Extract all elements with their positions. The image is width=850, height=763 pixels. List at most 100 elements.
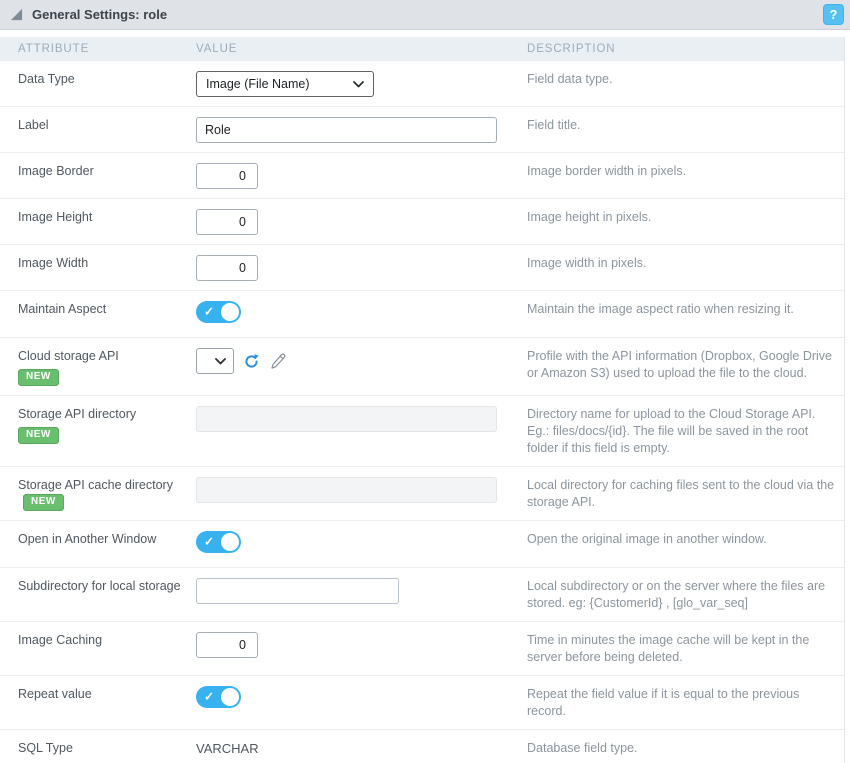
attribute-cell: Repeat value (0, 686, 196, 720)
attribute-label: Image Height (18, 210, 92, 224)
row-label: Label Field title. (0, 107, 844, 153)
value-cell: VARCHAR (196, 740, 527, 758)
row-open-in-another-window: Open in Another Window ✓ Open the origin… (0, 521, 844, 568)
attribute-cell: Subdirectory for local storage (0, 578, 196, 612)
row-image-height: Image Height Image height in pixels. (0, 199, 844, 245)
column-header-value: VALUE (196, 43, 527, 55)
description-cell: Local subdirectory or on the server wher… (527, 578, 844, 612)
image-height-input[interactable] (196, 209, 258, 235)
check-icon: ✓ (204, 535, 214, 549)
data-type-select[interactable]: Image (File Name) (196, 71, 374, 97)
attribute-label: Image Width (18, 256, 88, 270)
check-icon: ✓ (204, 305, 214, 319)
attribute-label: Storage API cache directory (18, 478, 173, 492)
attribute-cell: Cloud storage API NEW (0, 348, 196, 386)
value-cell (196, 255, 527, 281)
description-cell: Image height in pixels. (527, 209, 844, 235)
attribute-cell: SQL Type (0, 740, 196, 758)
description-cell: Repeat the field value if it is equal to… (527, 686, 844, 720)
value-cell (196, 163, 527, 189)
row-repeat-value: Repeat value ✓ Repeat the field value if… (0, 676, 844, 730)
row-subdirectory-for-local-storage: Subdirectory for local storage Local sub… (0, 568, 844, 622)
value-cell (196, 117, 527, 143)
description-cell: Profile with the API information (Dropbo… (527, 348, 844, 386)
row-image-border: Image Border Image border width in pixel… (0, 153, 844, 199)
column-header-description: DESCRIPTION (527, 43, 844, 55)
new-badge: NEW (18, 427, 59, 444)
image-caching-input[interactable] (196, 632, 258, 658)
help-button[interactable]: ? (823, 4, 844, 25)
data-type-selected-value: Image (File Name) (206, 77, 310, 91)
repeat-value-toggle[interactable]: ✓ (196, 686, 241, 708)
chevron-down-icon (353, 81, 364, 88)
attribute-cell: Storage API cache directoryNEW (0, 477, 196, 511)
attribute-label: Repeat value (18, 687, 92, 701)
column-header-row: ATTRIBUTE VALUE DESCRIPTION (0, 37, 844, 61)
attribute-label: Image Border (18, 164, 94, 178)
row-image-width: Image Width Image width in pixels. (0, 245, 844, 291)
maintain-aspect-toggle[interactable]: ✓ (196, 301, 241, 323)
row-data-type: Data Type Image (File Name) Field data t… (0, 61, 844, 107)
collapse-triangle-icon[interactable] (10, 8, 23, 21)
panel-title: General Settings: role (32, 7, 167, 22)
attribute-cell: Image Width (0, 255, 196, 281)
attribute-label: Cloud storage API (18, 349, 119, 363)
open-in-another-window-toggle[interactable]: ✓ (196, 531, 241, 553)
attribute-label: Data Type (18, 72, 75, 86)
refresh-icon[interactable] (243, 353, 260, 370)
attribute-label: Image Caching (18, 633, 102, 647)
description-cell: Time in minutes the image cache will be … (527, 632, 844, 666)
attribute-cell: Image Caching (0, 632, 196, 666)
toggle-knob (221, 533, 239, 551)
image-border-input[interactable] (196, 163, 258, 189)
description-cell: Local directory for caching files sent t… (527, 477, 844, 511)
panel-header: General Settings: role ? (0, 0, 850, 30)
attribute-label: Label (18, 118, 49, 132)
row-sql-type: SQL Type VARCHAR Database field type. (0, 730, 844, 763)
subdirectory-for-local-storage-input[interactable] (196, 578, 399, 604)
description-cell: Maintain the image aspect ratio when res… (527, 301, 844, 328)
attribute-label: Storage API directory (18, 407, 136, 421)
chevron-down-icon (215, 358, 226, 365)
description-cell: Field title. (527, 117, 844, 143)
attribute-cell: Image Border (0, 163, 196, 189)
value-cell: ✓ (196, 531, 527, 558)
attribute-label: Subdirectory for local storage (18, 579, 181, 593)
description-cell: Directory name for upload to the Cloud S… (527, 406, 844, 457)
value-cell (196, 348, 527, 386)
attribute-label: SQL Type (18, 741, 73, 755)
description-cell: Image width in pixels. (527, 255, 844, 281)
new-badge: NEW (18, 369, 59, 386)
row-maintain-aspect: Maintain Aspect ✓ Maintain the image asp… (0, 291, 844, 338)
attribute-cell: Image Height (0, 209, 196, 235)
edit-pencil-icon[interactable] (269, 353, 286, 370)
label-input[interactable] (196, 117, 497, 143)
value-cell (196, 406, 527, 457)
attribute-cell: Maintain Aspect (0, 301, 196, 328)
sql-type-value: VARCHAR (196, 741, 259, 756)
row-storage-api-directory: Storage API directory NEW Directory name … (0, 396, 844, 467)
attribute-cell: Storage API directory NEW (0, 406, 196, 457)
attribute-cell: Label (0, 117, 196, 143)
value-cell: ✓ (196, 686, 527, 720)
attribute-label: Open in Another Window (18, 532, 156, 546)
toggle-knob (221, 688, 239, 706)
attribute-cell: Data Type (0, 71, 196, 97)
settings-table: ATTRIBUTE VALUE DESCRIPTION Data Type Im… (0, 37, 845, 763)
storage-api-cache-directory-input (196, 477, 497, 503)
row-storage-api-cache-directory: Storage API cache directoryNEW Local dir… (0, 467, 844, 521)
value-cell (196, 578, 527, 612)
attribute-cell: Open in Another Window (0, 531, 196, 558)
description-cell: Database field type. (527, 740, 844, 758)
settings-rows: Data Type Image (File Name) Field data t… (0, 61, 844, 763)
description-cell: Open the original image in another windo… (527, 531, 844, 558)
attribute-label: Maintain Aspect (18, 302, 106, 316)
image-width-input[interactable] (196, 255, 258, 281)
description-cell: Image border width in pixels. (527, 163, 844, 189)
toggle-knob (221, 303, 239, 321)
value-cell (196, 477, 527, 511)
check-icon: ✓ (204, 690, 214, 704)
cloud-storage-api-select[interactable] (196, 348, 234, 374)
row-image-caching: Image Caching Time in minutes the image … (0, 622, 844, 676)
value-cell: Image (File Name) (196, 71, 527, 97)
